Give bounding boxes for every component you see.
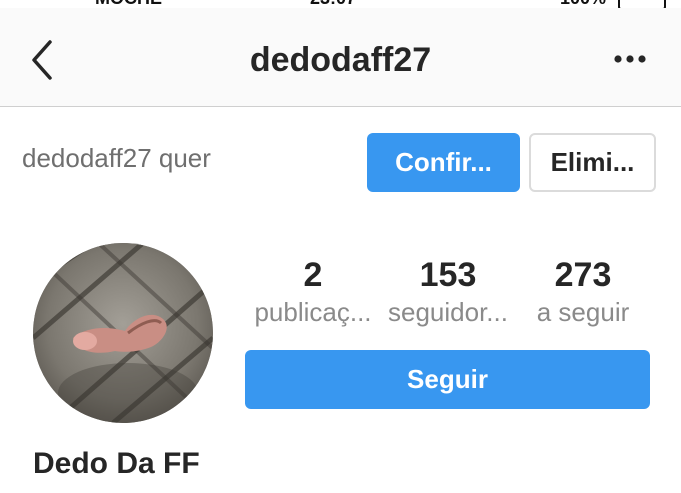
followers-label: seguidor...: [388, 297, 508, 327]
delete-request-button[interactable]: Elimi...: [529, 133, 656, 192]
profile-avatar[interactable]: [33, 243, 213, 423]
followers-count: 153: [419, 256, 477, 294]
profile-display-name: Dedo Da FF: [33, 447, 200, 480]
battery-label: 100%: [560, 0, 606, 8]
avatar-photo: [33, 243, 213, 423]
stat-followers[interactable]: 153 seguidor...: [378, 255, 518, 329]
profile-username-title: dedodaff27: [249, 41, 432, 79]
posts-label: publicaç...: [254, 297, 372, 327]
status-bar: MOCHE 23:07 100%: [0, 0, 681, 8]
follow-button[interactable]: Seguir: [245, 350, 650, 409]
stat-following[interactable]: 273 a seguir: [513, 255, 653, 329]
battery-icon: [618, 0, 666, 8]
top-nav-bar: dedodaff27: [0, 8, 681, 107]
following-count: 273: [554, 256, 612, 294]
clock-label: 23:07: [310, 0, 356, 8]
following-label: a seguir: [536, 297, 630, 327]
stat-posts[interactable]: 2 publicaç...: [243, 255, 383, 329]
follow-request-text: dedodaff27 quer: [22, 143, 211, 173]
confirm-request-button[interactable]: Confir...: [367, 133, 520, 192]
more-options-button[interactable]: [604, 44, 656, 74]
carrier-label: MOCHE: [95, 0, 162, 8]
posts-count: 2: [303, 256, 323, 294]
more-horizontal-icon: [614, 55, 646, 63]
